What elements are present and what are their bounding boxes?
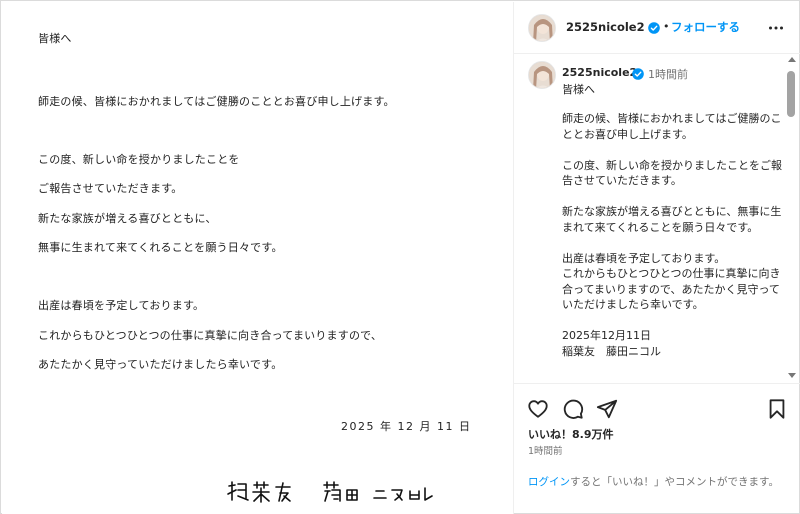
comment-icon[interactable] bbox=[562, 398, 584, 420]
follow-button[interactable]: フォローする bbox=[671, 19, 740, 35]
heart-icon[interactable] bbox=[527, 398, 549, 420]
letter-line: 新たな家族が増える喜びとともに、 bbox=[38, 212, 217, 225]
letter-line: 出産は春頃を予定しております。 bbox=[38, 299, 205, 312]
letter-line: 皆様へ bbox=[38, 32, 72, 45]
handwritten-signature bbox=[227, 481, 433, 503]
letter-line: この度、新しい命を授かりましたことを bbox=[38, 153, 240, 166]
verified-icon bbox=[648, 22, 660, 34]
login-prompt: ログインすると「いいね！」やコメントができます。 bbox=[528, 475, 788, 490]
letter-line: 無事に生まれて来てくれることを願う日々です。 bbox=[38, 241, 283, 254]
share-icon[interactable] bbox=[596, 398, 618, 420]
post-header: 2525nicole2 • フォローする bbox=[514, 2, 800, 54]
scroll-up-arrow-icon[interactable] bbox=[788, 57, 796, 62]
caption-greeting: 皆様へ bbox=[562, 83, 595, 96]
letter-date: 2025 年 12 月 11 日 bbox=[341, 420, 472, 433]
scroll-thumb[interactable] bbox=[787, 71, 795, 117]
login-link[interactable]: ログイン bbox=[528, 476, 570, 488]
post-side-panel: 2525nicole2 • フォローする 2525nicole2 1時間前 皆様… bbox=[514, 2, 800, 514]
post-dialog: 皆様へ 師走の候、皆様におかれましてはご健勝のこととお喜び申し上げます。 この度… bbox=[0, 0, 800, 514]
caption-area: 2525nicole2 1時間前 皆様へ 師走の候、皆様におかれましてはご健勝の… bbox=[514, 55, 800, 383]
avatar[interactable] bbox=[528, 14, 556, 42]
verified-icon bbox=[632, 68, 644, 80]
caption-text: 師走の候、皆様におかれましてはご健勝のこととお喜び申し上げます。 この度、新しい… bbox=[562, 112, 782, 358]
letter-line: これからもひとつひとつの仕事に真摯に向き合ってまいりますので、 bbox=[38, 329, 383, 342]
header-username[interactable]: 2525nicole2 bbox=[566, 20, 645, 34]
login-prompt-text: すると「いいね！」やコメントができます。 bbox=[570, 476, 779, 488]
caption-scrollbar[interactable] bbox=[786, 55, 796, 383]
letter-line: 師走の候、皆様におかれましてはご健勝のこととお喜び申し上げます。 bbox=[38, 95, 395, 108]
bookmark-icon[interactable] bbox=[766, 398, 788, 420]
more-icon[interactable] bbox=[768, 20, 784, 36]
post-timestamp[interactable]: 1時間前 bbox=[528, 443, 563, 457]
caption-avatar[interactable] bbox=[528, 61, 556, 89]
likes-count[interactable]: いいね！8.9万件 bbox=[528, 426, 614, 442]
letter-line: ご報告させていただきます。 bbox=[38, 182, 183, 195]
header-separator: • bbox=[663, 20, 670, 33]
letter-image: 皆様へ 師走の候、皆様におかれましてはご健勝のこととお喜び申し上げます。 この度… bbox=[2, 2, 514, 514]
avatar-photo-icon bbox=[529, 62, 555, 88]
caption-username[interactable]: 2525nicole2 bbox=[562, 66, 637, 79]
scroll-down-arrow-icon[interactable] bbox=[788, 373, 796, 378]
caption-timestamp[interactable]: 1時間前 bbox=[648, 66, 688, 82]
avatar-photo-icon bbox=[529, 15, 555, 41]
letter-line: あたたかく見守っていただけましたら幸いです。 bbox=[38, 358, 283, 371]
action-bar: いいね！8.9万件 1時間前 ログインすると「いいね！」やコメントができます。 bbox=[514, 383, 800, 514]
